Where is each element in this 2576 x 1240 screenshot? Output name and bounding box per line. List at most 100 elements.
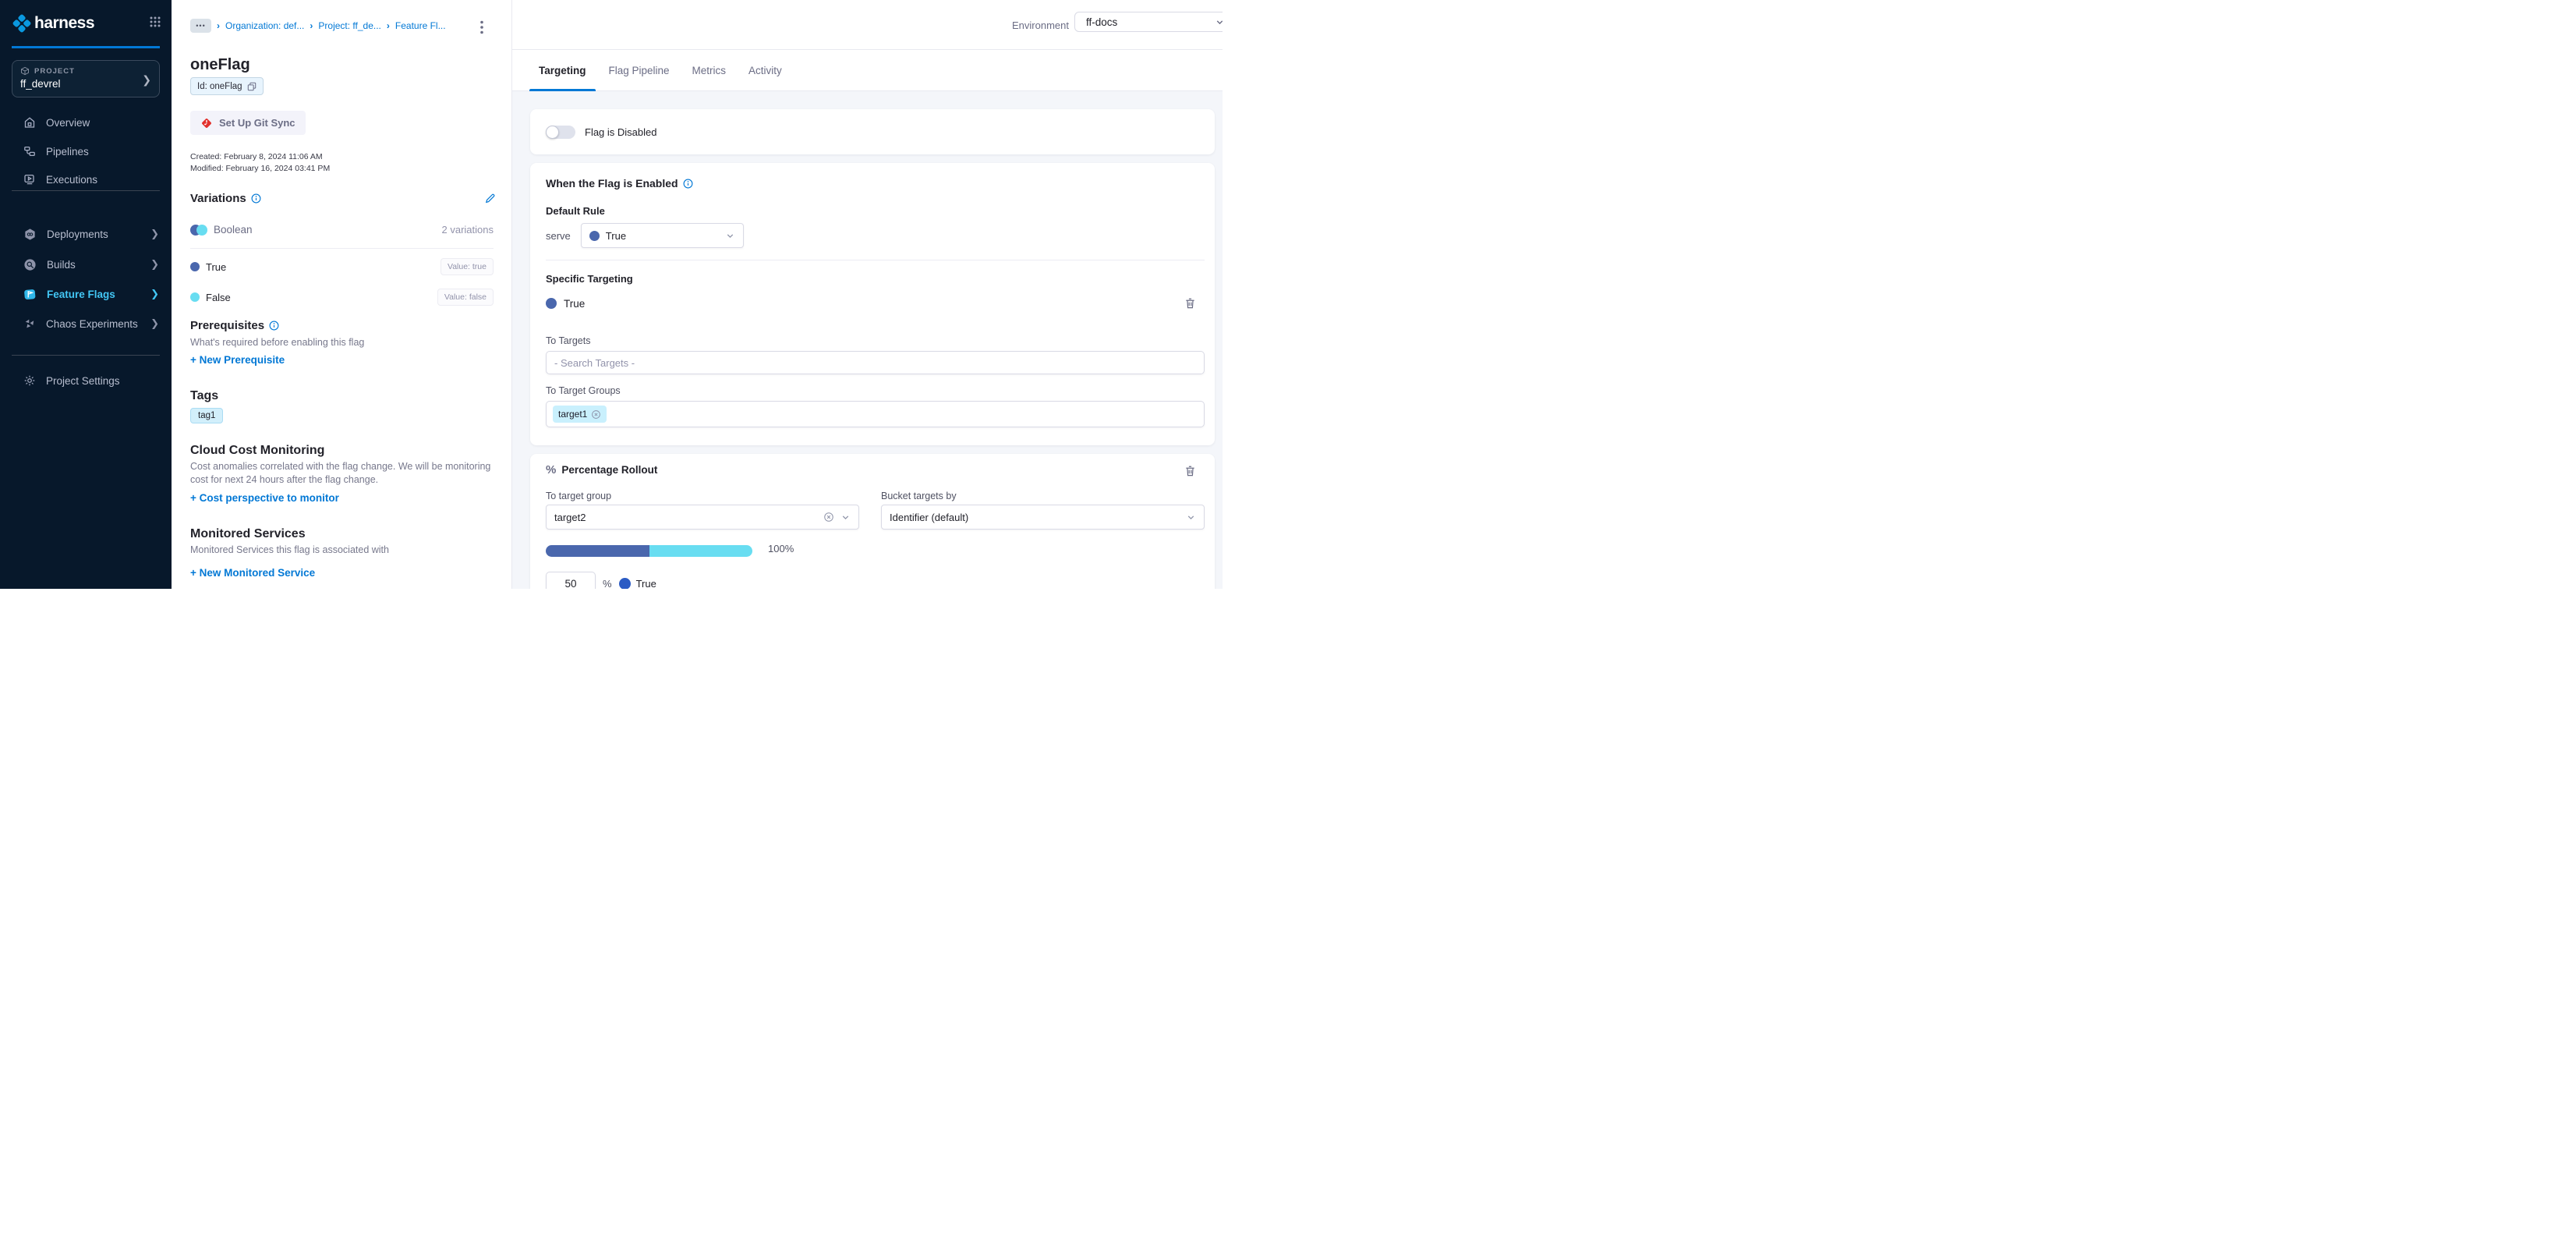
kebab-menu-icon[interactable]: [480, 20, 483, 38]
harness-logo-icon: [12, 14, 31, 33]
tab-metrics[interactable]: Metrics: [683, 50, 736, 90]
boolean-type-icon: [190, 225, 207, 236]
project-selector[interactable]: PROJECT ff_devrel ❯: [12, 60, 160, 97]
breadcrumb-organization[interactable]: Organization: def...: [225, 20, 304, 31]
cloud-cost-description: Cost anomalies correlated with the flag …: [190, 460, 493, 487]
info-icon[interactable]: [251, 193, 261, 204]
sidebar: harness PROJECT ff_devrel ❯ Overview Pip…: [0, 0, 172, 589]
bucket-targets-value: Identifier (default): [890, 512, 968, 523]
rollout-target-group-select[interactable]: target2: [546, 505, 859, 530]
set-up-git-sync-button[interactable]: Set Up Git Sync: [190, 111, 306, 135]
flag-rules-card: When the Flag is Enabled Default Rule se…: [530, 163, 1215, 445]
environment-header: Environment ff-docs: [512, 0, 1223, 50]
weight-percent-sign: %: [603, 578, 612, 590]
percentage-rollout-heading-text: Percentage Rollout: [561, 464, 657, 476]
chevron-right-icon: ›: [387, 20, 390, 31]
sidebar-item-deployments[interactable]: Deployments ❯: [0, 221, 172, 247]
sidebar-item-label: Builds: [47, 259, 76, 271]
target-groups-input[interactable]: target1: [546, 401, 1205, 427]
default-rule-label: Default Rule: [546, 205, 605, 217]
variation-type-label: Boolean: [214, 224, 253, 236]
breadcrumb-ellipsis[interactable]: •••: [190, 19, 211, 33]
sidebar-item-feature-flags[interactable]: Feature Flags ❯: [0, 281, 172, 307]
feature-flags-icon: [23, 288, 37, 301]
variation-count: 2 variations: [442, 224, 494, 236]
variation-name: True: [206, 261, 226, 273]
breadcrumb-feature-flags[interactable]: Feature Fl...: [395, 20, 446, 31]
new-monitored-service-button[interactable]: + New Monitored Service: [190, 567, 315, 579]
new-prerequisite-button[interactable]: + New Prerequisite: [190, 354, 285, 366]
flag-id-text: Id: oneFlag: [197, 82, 242, 91]
flag-title: oneFlag: [190, 56, 250, 74]
delete-rule-icon[interactable]: [1184, 297, 1196, 310]
percentage-rollout-card: % Percentage Rollout To target group Buc…: [530, 454, 1215, 589]
info-icon[interactable]: [683, 179, 693, 189]
variation-value-badge: Value: false: [437, 289, 494, 306]
target-group-chip-label: target1: [558, 409, 587, 420]
weight-value-input[interactable]: [546, 572, 596, 589]
target-group-chip: target1: [553, 406, 607, 423]
environment-select[interactable]: ff-docs: [1074, 12, 1223, 32]
clear-selection-icon[interactable]: [823, 512, 834, 523]
bucket-targets-label: Bucket targets by: [881, 491, 957, 501]
chevron-right-icon: ❯: [150, 317, 159, 330]
cost-perspective-button[interactable]: + Cost perspective to monitor: [190, 492, 339, 504]
project-name: ff_devrel: [20, 78, 151, 90]
environment-label: Environment: [1012, 19, 1069, 31]
sidebar-item-pipelines[interactable]: Pipelines: [0, 138, 172, 165]
sidebar-item-label: Pipelines: [46, 146, 89, 158]
sidebar-divider: [12, 190, 160, 191]
sidebar-item-chaos-experiments[interactable]: Chaos Experiments ❯: [0, 310, 172, 337]
sidebar-item-label: Deployments: [47, 229, 108, 240]
tab-activity[interactable]: Activity: [739, 50, 791, 90]
sidebar-item-overview[interactable]: Overview: [0, 109, 172, 136]
sidebar-divider: [12, 355, 160, 356]
git-sync-label: Set Up Git Sync: [219, 117, 295, 129]
targeting-panel: Environment ff-docs Targeting Flag Pipel…: [512, 0, 1223, 589]
sidebar-item-label: Overview: [46, 117, 90, 129]
sidebar-item-builds[interactable]: Builds ❯: [0, 251, 172, 278]
flag-id-chip: Id: oneFlag: [190, 77, 264, 95]
breadcrumb: ••• › Organization: def... › Project: ff…: [190, 19, 446, 33]
serve-value: True: [606, 230, 626, 242]
sidebar-item-project-settings[interactable]: Project Settings: [0, 367, 172, 394]
percent-icon: %: [546, 463, 556, 477]
sidebar-item-label: Feature Flags: [47, 289, 115, 300]
info-icon[interactable]: [269, 321, 279, 331]
tab-flag-pipeline[interactable]: Flag Pipeline: [600, 50, 679, 90]
flag-enabled-toggle[interactable]: [546, 126, 575, 139]
created-date: Created: February 8, 2024 11:06 AM: [190, 152, 323, 161]
rollout-split-bar: [546, 545, 752, 557]
rollout-weight-row: % True: [546, 572, 656, 589]
sidebar-item-executions[interactable]: Executions: [0, 166, 172, 193]
specific-targeting-heading: Specific Targeting: [546, 273, 633, 285]
tag-chip[interactable]: tag1: [190, 408, 223, 423]
remove-chip-icon[interactable]: [591, 409, 601, 420]
prerequisites-heading-text: Prerequisites: [190, 319, 264, 332]
rollout-target-group-value: target2: [554, 512, 586, 523]
environment-value: ff-docs: [1086, 16, 1117, 28]
chevron-right-icon: ❯: [142, 73, 151, 87]
cube-icon: [20, 66, 30, 76]
chevron-right-icon: ❯: [150, 228, 159, 240]
bucket-targets-select[interactable]: Identifier (default): [881, 505, 1205, 530]
chaos-icon: [23, 317, 36, 330]
flag-toggle-card: Flag is Disabled: [530, 109, 1215, 154]
chevron-right-icon: ›: [217, 20, 220, 31]
module-grid-icon[interactable]: [150, 16, 161, 31]
serve-variation-select[interactable]: True: [581, 223, 744, 248]
flag-detail-panel: ••• › Organization: def... › Project: ff…: [172, 0, 512, 589]
variation-row-false: False Value: false: [190, 289, 494, 306]
to-targets-label: To Targets: [546, 335, 590, 346]
copy-icon[interactable]: [247, 82, 257, 91]
breadcrumb-project[interactable]: Project: ff_de...: [318, 20, 381, 31]
rollout-true-segment: [546, 545, 649, 557]
percentage-rollout-heading: % Percentage Rollout: [546, 463, 657, 477]
monitored-services-description: Monitored Services this flag is associat…: [190, 544, 493, 557]
search-targets-input[interactable]: [546, 351, 1205, 374]
gear-icon: [23, 374, 36, 387]
tab-targeting[interactable]: Targeting: [529, 50, 596, 90]
delete-rollout-icon[interactable]: [1184, 465, 1196, 481]
edit-variations-icon[interactable]: [484, 193, 496, 208]
variation-true-dot: [190, 262, 200, 271]
